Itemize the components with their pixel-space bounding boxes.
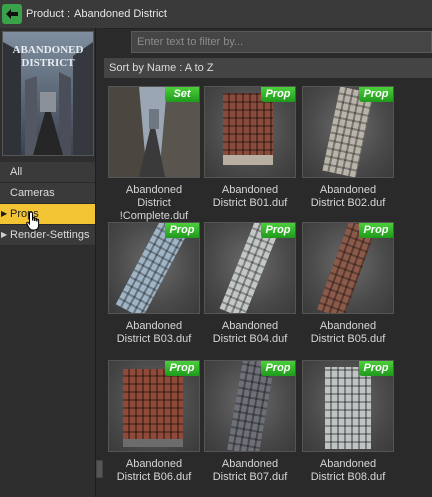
sort-dropdown[interactable]: Sort by Name : A to Z — [104, 58, 432, 78]
item-label: Abandoned District B07.duf — [212, 458, 288, 483]
item-thumbnail[interactable]: Prop — [302, 222, 394, 314]
item-label: Abandoned District B03.duf — [116, 320, 192, 345]
filter-input[interactable]: Enter text to filter by... — [131, 31, 432, 53]
content-item[interactable]: Prop Abandoned District B07.duf — [204, 360, 296, 484]
category-label: All — [10, 166, 23, 178]
content-grid: Set Abandoned District !Complete.duf Prop … — [104, 82, 432, 497]
panel-splitter[interactable] — [96, 28, 104, 497]
item-label: Abandoned District B08.duf — [310, 458, 386, 483]
item-thumbnail[interactable]: Prop — [204, 360, 296, 452]
item-label: Abandoned District B06.duf — [116, 458, 192, 483]
item-badge: Prop — [261, 87, 295, 102]
product-name: Abandoned District — [74, 8, 167, 20]
item-badge: Prop — [359, 223, 393, 238]
hand-cursor-icon — [26, 211, 40, 231]
sort-label: Sort by Name : A to Z — [109, 62, 214, 74]
category-list: All Cameras ▶ Props ▶ Render-Settings — [0, 162, 95, 246]
product-label: Product : Abandoned District — [26, 8, 167, 20]
content-item[interactable]: Prop Abandoned District B08.duf — [302, 360, 394, 484]
category-all[interactable]: All — [0, 162, 95, 183]
splitter-grip[interactable] — [96, 460, 103, 478]
content-item[interactable]: Prop Abandoned District B02.duf — [302, 86, 394, 210]
product-promo-image: ABANDONED DISTRICT — [2, 31, 94, 156]
promo-title-line2: DISTRICT — [21, 57, 75, 69]
item-badge: Prop — [359, 87, 393, 102]
item-thumbnail[interactable]: Prop — [302, 86, 394, 178]
item-label: Abandoned District B01.duf — [212, 184, 288, 209]
content-item[interactable]: Prop Abandoned District B03.duf — [108, 222, 200, 346]
item-thumbnail[interactable]: Prop — [204, 86, 296, 178]
category-props[interactable]: ▶ Props — [0, 204, 95, 225]
content-item[interactable]: Prop Abandoned District B01.duf — [204, 86, 296, 210]
item-label: Abandoned District B05.duf — [310, 320, 386, 345]
category-label: Cameras — [10, 187, 55, 199]
item-thumbnail[interactable]: Prop — [108, 222, 200, 314]
item-badge: Prop — [165, 223, 199, 238]
content-item[interactable]: Prop Abandoned District B05.duf — [302, 222, 394, 346]
content-item[interactable]: Set Abandoned District !Complete.duf — [108, 86, 200, 223]
item-label: Abandoned District !Complete.duf — [119, 184, 189, 222]
category-render-settings[interactable]: ▶ Render-Settings — [0, 225, 95, 246]
category-label: Render-Settings — [10, 229, 90, 241]
item-badge: Prop — [261, 361, 295, 376]
product-header: Product : Abandoned District — [0, 0, 432, 29]
back-button[interactable] — [2, 4, 22, 24]
item-thumbnail[interactable]: Prop — [108, 360, 200, 452]
back-arrow-icon — [6, 9, 18, 19]
item-thumbnail[interactable]: Prop — [204, 222, 296, 314]
expand-arrow-icon[interactable]: ▶ — [1, 204, 7, 224]
item-label: Abandoned District B04.duf — [212, 320, 288, 345]
product-prefix: Product : — [26, 8, 71, 20]
left-panel: ABANDONED DISTRICT All Cameras ▶ Props ▶ R… — [0, 28, 96, 497]
item-badge: Set — [165, 87, 199, 102]
content-item[interactable]: Prop Abandoned District B04.duf — [204, 222, 296, 346]
expand-arrow-icon[interactable]: ▶ — [1, 225, 7, 245]
item-badge: Prop — [165, 361, 199, 376]
item-badge: Prop — [359, 361, 393, 376]
content-item[interactable]: Prop Abandoned District B06.duf — [108, 360, 200, 484]
promo-title-line1: ABANDONED — [13, 44, 84, 56]
item-badge: Prop — [261, 223, 295, 238]
item-thumbnail[interactable]: Prop — [302, 360, 394, 452]
item-thumbnail[interactable]: Set — [108, 86, 200, 178]
category-cameras[interactable]: Cameras — [0, 183, 95, 204]
item-label: Abandoned District B02.duf — [310, 184, 386, 209]
